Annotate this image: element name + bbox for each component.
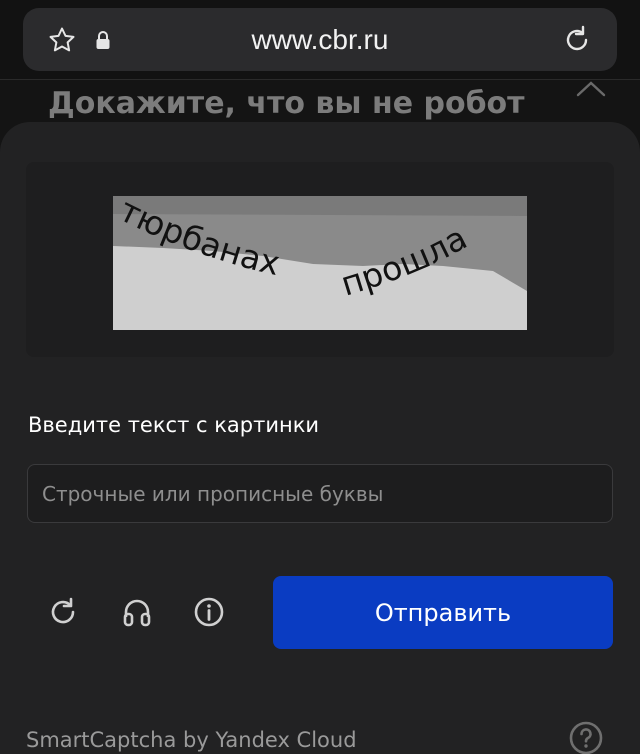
audio-icon[interactable]	[120, 595, 154, 629]
address-bar[interactable]: www.cbr.ru	[23, 8, 617, 71]
captcha-image: тюрбанах прошла	[113, 196, 527, 330]
refresh-icon[interactable]	[46, 595, 80, 629]
captcha-distorted-text: тюрбанах прошла	[113, 196, 527, 330]
browser-toolbar: www.cbr.ru	[0, 0, 640, 80]
reload-icon[interactable]	[560, 23, 594, 57]
page-heading: Докажите, что вы не робот	[48, 86, 525, 121]
captcha-prompt: Введите текст с картинки	[28, 413, 320, 437]
info-icon[interactable]	[192, 595, 226, 629]
url-text[interactable]: www.cbr.ru	[23, 8, 617, 71]
captcha-answer-input[interactable]	[27, 464, 613, 523]
chevron-up-icon[interactable]	[574, 78, 608, 100]
submit-button[interactable]: Отправить	[273, 576, 613, 649]
question-circle-icon[interactable]	[568, 720, 604, 754]
brand-text[interactable]: SmartCaptcha by Yandex Cloud	[26, 728, 357, 752]
